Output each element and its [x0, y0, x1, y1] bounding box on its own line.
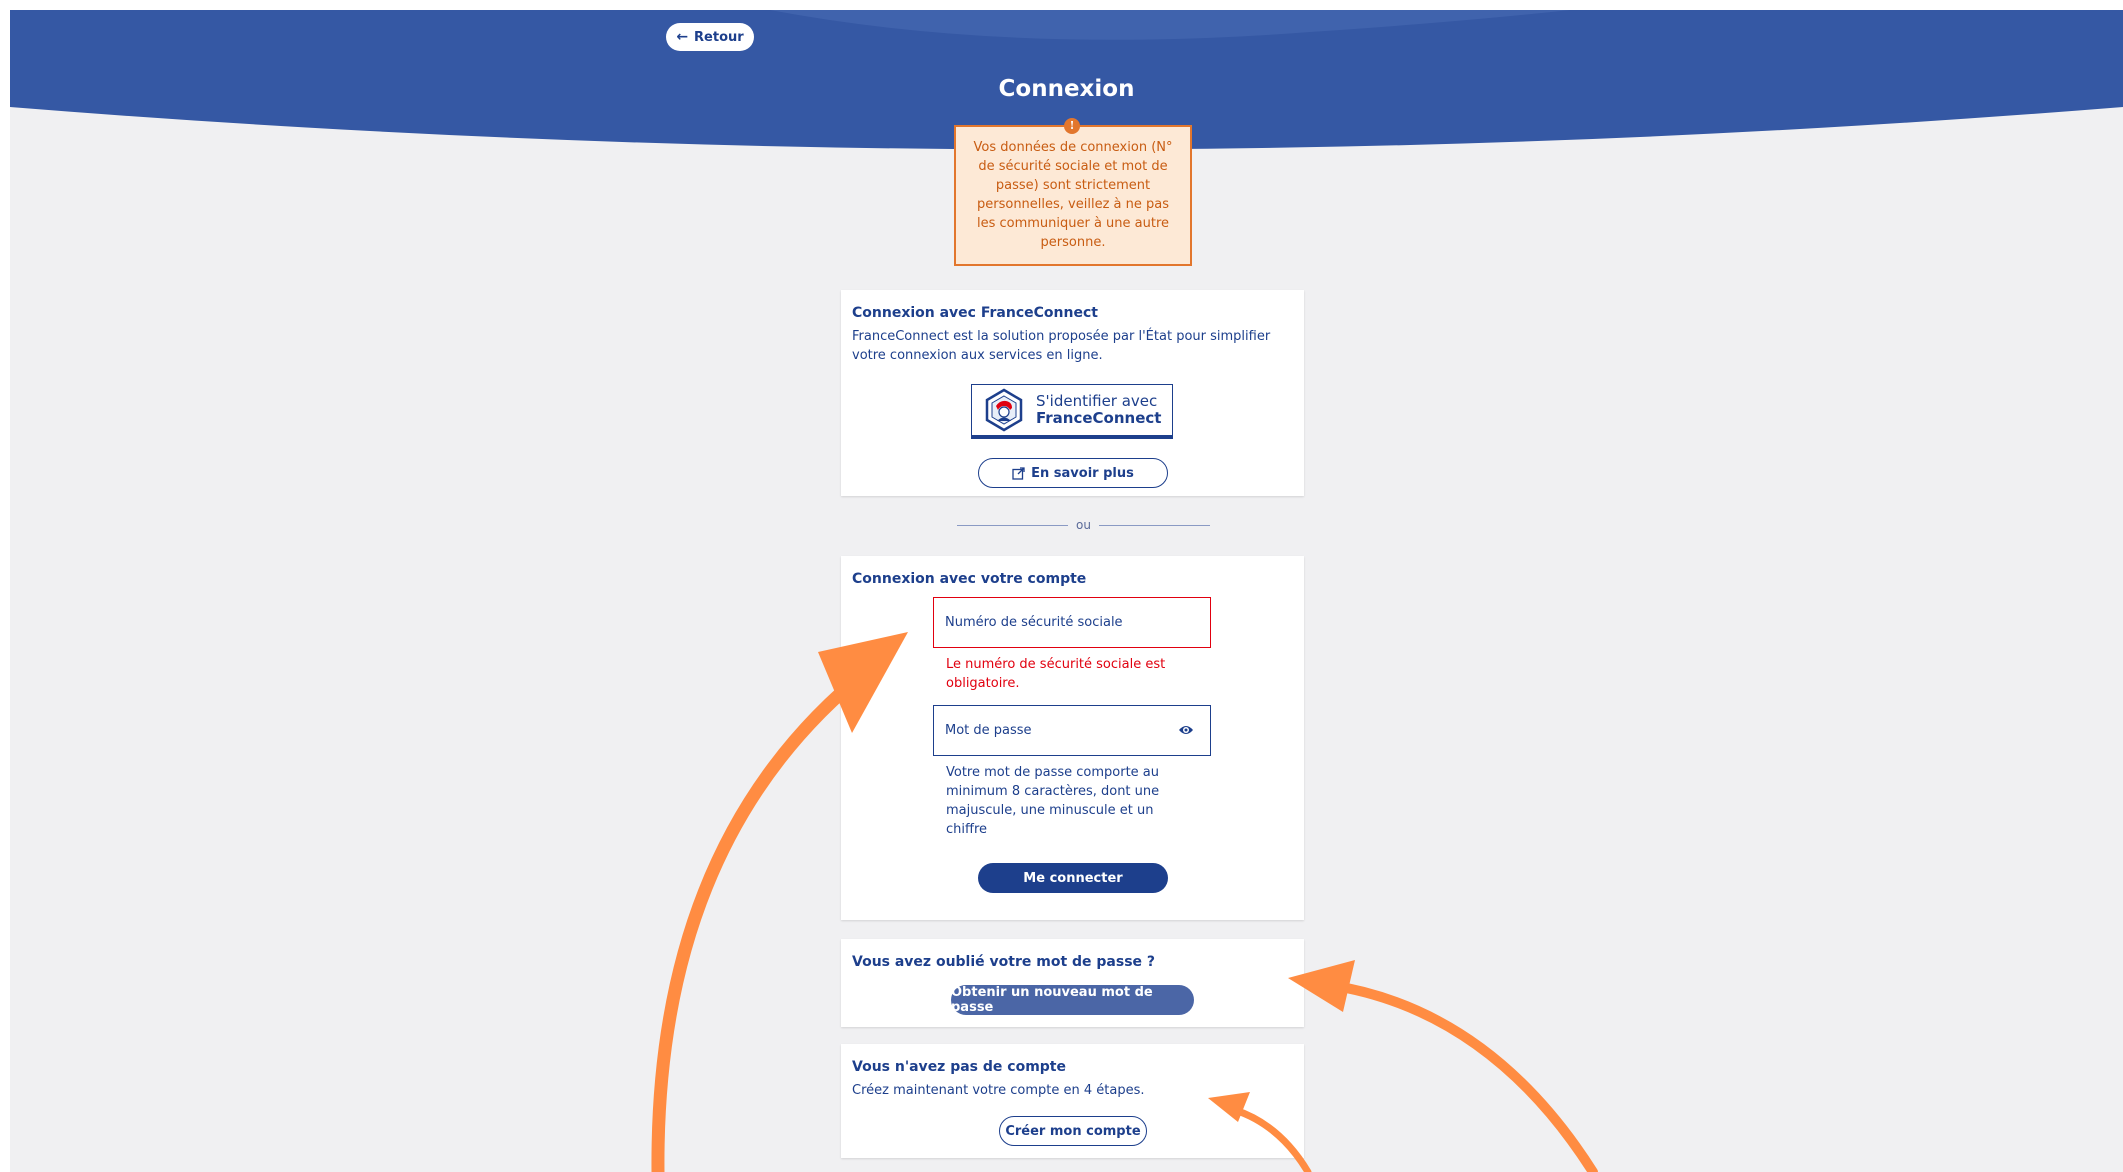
social-security-number-error: Le numéro de sécurité sociale est obliga…	[946, 657, 1166, 691]
learn-more-label: En savoir plus	[1031, 465, 1134, 481]
franceconnect-title: Connexion avec FranceConnect	[852, 305, 1098, 321]
info-icon: !	[1064, 118, 1080, 134]
no-account-text: Créez maintenant votre compte en 4 étape…	[852, 1083, 1145, 1098]
password-label: Mot de passe	[945, 723, 1032, 738]
separator-line-left	[957, 524, 1069, 526]
arrow-left-icon: ←	[676, 29, 689, 45]
franceconnect-button[interactable]: S'identifier avec FranceConnect	[971, 384, 1173, 439]
account-login-title: Connexion avec votre compte	[852, 571, 1087, 587]
annotation-arrow-right	[1288, 960, 1598, 1172]
franceconnect-button-text: S'identifier avec FranceConnect	[1036, 393, 1161, 427]
franceconnect-logo-icon	[985, 388, 1023, 432]
external-link-icon	[1012, 466, 1025, 480]
privacy-warning: Vos données de connexion (N° de sécurité…	[954, 125, 1192, 266]
login-button[interactable]: Me connecter	[978, 863, 1168, 893]
new-password-button-label: Obtenir un nouveau mot de passe	[951, 985, 1153, 1015]
no-account-title: Vous n'avez pas de compte	[852, 1059, 1066, 1075]
page-title: Connexion	[998, 76, 1135, 102]
no-account-card: Vous n'avez pas de compte Créez maintena…	[841, 1044, 1304, 1158]
separator-label: ou	[1076, 518, 1091, 532]
login-button-label: Me connecter	[1023, 870, 1123, 886]
account-login-card: Connexion avec votre compte Numéro de sé…	[841, 556, 1304, 920]
social-security-number-label: Numéro de sécurité sociale	[945, 615, 1123, 630]
new-password-button[interactable]: Obtenir un nouveau mot de passe	[951, 985, 1194, 1015]
forgot-password-card: Vous avez oublié votre mot de passe ? Ob…	[841, 939, 1304, 1027]
franceconnect-button-line1: S'identifier avec	[1036, 392, 1158, 410]
back-button[interactable]: ← Retour	[666, 23, 754, 51]
franceconnect-description: FranceConnect est la solution proposée p…	[852, 329, 1271, 363]
social-security-number-field[interactable]: Numéro de sécurité sociale	[933, 597, 1211, 648]
franceconnect-card: Connexion avec FranceConnect FranceConne…	[841, 290, 1304, 496]
forgot-password-title: Vous avez oublié votre mot de passe ?	[852, 954, 1156, 970]
create-account-button[interactable]: Créer mon compte	[999, 1116, 1147, 1146]
password-hint: Votre mot de passe comporte au minimum 8…	[946, 765, 1160, 837]
learn-more-button[interactable]: En savoir plus	[978, 458, 1168, 488]
page: ← Retour Connexion Vos données de connex…	[10, 10, 2123, 1172]
back-button-label: Retour	[694, 29, 744, 45]
eye-icon[interactable]	[1178, 724, 1194, 736]
separator: ou	[957, 515, 1211, 535]
warning-text: Vos données de connexion (N° de sécurité…	[973, 140, 1173, 250]
separator-line-right	[1098, 524, 1211, 526]
create-account-button-label: Créer mon compte	[1005, 1123, 1141, 1139]
password-field[interactable]: Mot de passe	[933, 705, 1211, 756]
franceconnect-button-line2: FranceConnect	[1036, 409, 1162, 427]
